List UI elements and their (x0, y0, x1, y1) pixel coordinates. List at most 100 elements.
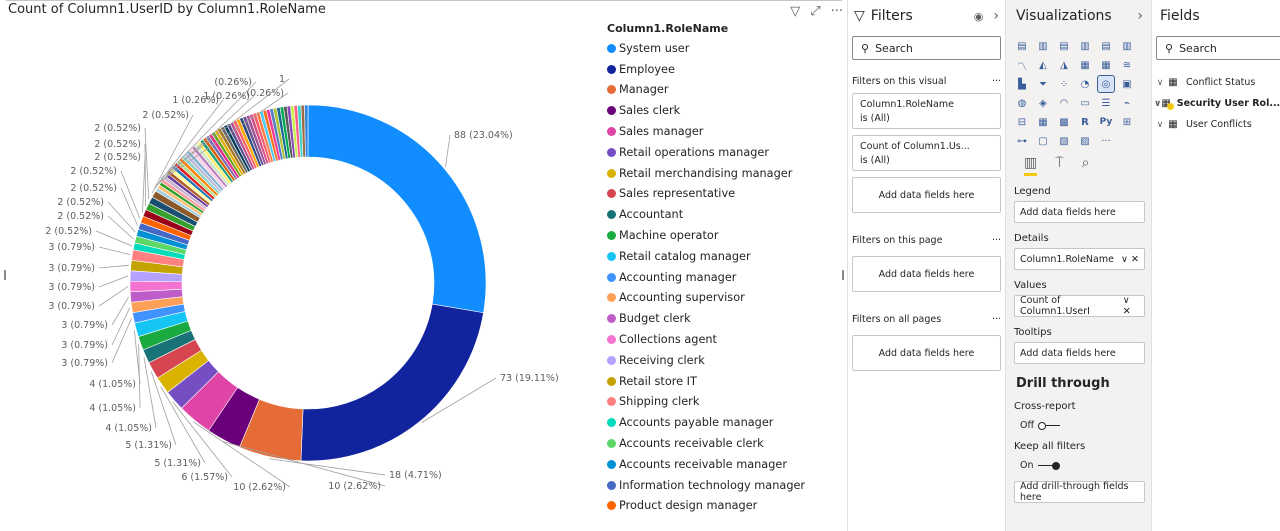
legend-item[interactable]: Accounting manager (607, 267, 842, 288)
legend-item[interactable]: Sales representative (607, 184, 842, 205)
legend-item[interactable]: Accounting supervisor (607, 288, 842, 309)
stacked-area-icon[interactable]: ◮ (1056, 57, 1072, 73)
chevron-down-icon[interactable]: ∨ (1154, 120, 1166, 130)
data-label: 2 (0.52%) (142, 110, 189, 121)
table-icon[interactable]: ▦ (1035, 114, 1051, 130)
drill-through-well[interactable]: Add drill-through fields here (1014, 481, 1145, 503)
legend-item[interactable]: Retail catalog manager (607, 246, 842, 267)
line-stacked-column-icon[interactable]: ▦ (1098, 57, 1114, 73)
legend-item[interactable]: Budget clerk (607, 308, 842, 329)
matrix-icon[interactable]: ▩ (1056, 114, 1072, 130)
add-visual-filter-well[interactable]: Add data fields here (852, 177, 1001, 213)
chevron-down-icon[interactable]: ∨ (1154, 78, 1166, 88)
tooltips-well[interactable]: Add data fields here (1014, 342, 1145, 364)
remove-icon[interactable]: ✕ (1131, 254, 1139, 265)
details-field: Column1.RoleName (1020, 253, 1114, 265)
pie-chart-icon[interactable]: ◔ (1077, 76, 1093, 92)
donut-chart-icon[interactable]: ◎ (1097, 75, 1115, 93)
legend-item[interactable]: Receiving clerk (607, 350, 842, 371)
python-visual-icon[interactable]: Py (1098, 114, 1114, 130)
key-influencers-icon[interactable]: ⊞ (1119, 114, 1135, 130)
r-visual-icon[interactable]: R (1077, 114, 1093, 130)
toggle-switch-icon[interactable] (1037, 461, 1060, 470)
legend-item[interactable]: Shipping clerk (607, 392, 842, 413)
details-well[interactable]: Column1.RoleName ∨ ✕ (1014, 248, 1145, 270)
legend-well[interactable]: Add data fields here (1014, 201, 1145, 223)
stacked-bar-icon[interactable]: ▤ (1014, 38, 1030, 54)
legend-item[interactable]: Accounts receivable clerk (607, 433, 842, 454)
keep-filters-toggle[interactable]: On (1020, 460, 1151, 471)
leader-line (95, 230, 133, 247)
percent-bar-icon[interactable]: ▤ (1098, 38, 1114, 54)
legend-item[interactable]: System user (607, 38, 842, 59)
eye-icon[interactable]: ◉ (974, 10, 984, 23)
format-paint-icon[interactable]: ⍑ (1055, 155, 1063, 176)
data-label: 4 (1.05%) (89, 403, 136, 414)
values-field: Count of Column1.UserI (1020, 295, 1090, 317)
fields-search-input[interactable]: ⚲ Search (1156, 36, 1280, 60)
legend-item[interactable]: Retail store IT (607, 371, 842, 392)
fields-tab-icon[interactable]: ▥ (1024, 155, 1038, 176)
collapse-chevron-icon[interactable]: › (1137, 8, 1143, 24)
legend-item[interactable]: Collections agent (607, 329, 842, 350)
paginated-report-icon[interactable]: ▨ (1077, 133, 1093, 149)
decomposition-tree-icon[interactable]: ⊶ (1014, 133, 1030, 149)
field-table-item[interactable]: ∨ ▦ Security User Rol... (1154, 93, 1280, 114)
gauge-icon[interactable]: ◠ (1056, 95, 1072, 111)
filter-card-rolename[interactable]: Column1.RoleName is (All) (852, 93, 1001, 129)
remove-icon[interactable]: ✕ (1123, 306, 1131, 317)
smart-narrative-icon[interactable]: ▧ (1056, 133, 1072, 149)
legend-item[interactable]: Employee (607, 59, 842, 80)
legend-item[interactable]: Accounts payable manager (607, 412, 842, 433)
add-page-filter-well[interactable]: Add data fields here (852, 256, 1001, 292)
line-column-icon[interactable]: ▦ (1077, 57, 1093, 73)
scatter-icon[interactable]: ⁘ (1056, 76, 1072, 92)
ribbon-chart-icon[interactable]: ≋ (1119, 57, 1135, 73)
legend-item[interactable]: Accounts receivable manager (607, 454, 842, 475)
cross-report-toggle[interactable]: Off (1020, 420, 1151, 431)
more-options-icon[interactable]: ··· (992, 314, 1001, 325)
legend-item[interactable]: Machine operator (607, 225, 842, 246)
percent-column-icon[interactable]: ▥ (1119, 38, 1135, 54)
filled-map-icon[interactable]: ◈ (1035, 95, 1051, 111)
map-icon[interactable]: ◍ (1014, 95, 1030, 111)
slicer-icon[interactable]: ⊟ (1014, 114, 1030, 130)
kpi-icon[interactable]: ⌁ (1119, 95, 1135, 111)
more-visuals-icon[interactable]: ··· (1098, 133, 1114, 149)
treemap-icon[interactable]: ▣ (1119, 76, 1135, 92)
more-options-icon[interactable]: ··· (992, 76, 1001, 87)
more-options-icon[interactable]: ··· (992, 235, 1001, 246)
field-table-item[interactable]: ∨ ▦ Conflict Status (1154, 72, 1280, 93)
analytics-icon[interactable]: ⌕ (1082, 155, 1090, 176)
funnel-icon[interactable]: ⏷ (1035, 76, 1051, 92)
chevron-down-icon[interactable]: ∨ (1154, 99, 1161, 109)
clustered-bar-icon[interactable]: ▤ (1056, 38, 1072, 54)
filters-search-input[interactable]: ⚲ Search (852, 36, 1001, 60)
line-chart-icon[interactable]: 〽 (1014, 57, 1030, 73)
field-table-item[interactable]: ∨ ▦ User Conflicts (1154, 114, 1280, 135)
multi-row-card-icon[interactable]: ☰ (1098, 95, 1114, 111)
chevron-down-icon[interactable]: ∨ (1121, 254, 1128, 265)
legend-item[interactable]: Information technology manager (607, 475, 842, 496)
collapse-chevron-icon[interactable]: › (993, 8, 999, 24)
qa-icon[interactable]: ▢ (1035, 133, 1051, 149)
legend-item[interactable]: Accountant (607, 204, 842, 225)
toggle-switch-icon[interactable] (1038, 421, 1061, 430)
legend-item[interactable]: Sales clerk (607, 100, 842, 121)
filter-card-count[interactable]: Count of Column1.Us... is (All) (852, 135, 1001, 171)
legend-item[interactable]: Retail merchandising manager (607, 163, 842, 184)
area-chart-icon[interactable]: ◭ (1035, 57, 1051, 73)
legend-well-label: Legend (1014, 186, 1051, 197)
clustered-column-icon[interactable]: ▥ (1077, 38, 1093, 54)
waterfall-icon[interactable]: ▙ (1014, 76, 1030, 92)
legend-item[interactable]: Product design manager (607, 496, 842, 517)
card-icon[interactable]: ▭ (1077, 95, 1093, 111)
legend-item[interactable]: Sales manager (607, 121, 842, 142)
values-well[interactable]: Count of Column1.UserI ∨ ✕ (1014, 295, 1145, 317)
stacked-column-icon[interactable]: ▥ (1035, 38, 1051, 54)
donut-chart-visual[interactable]: Count of Column1.UserID by Column1.RoleN… (0, 0, 848, 531)
add-all-filter-well[interactable]: Add data fields here (852, 335, 1001, 371)
legend-item[interactable]: Manager (607, 80, 842, 101)
chevron-down-icon[interactable]: ∨ (1123, 295, 1130, 306)
legend-item[interactable]: Retail operations manager (607, 142, 842, 163)
